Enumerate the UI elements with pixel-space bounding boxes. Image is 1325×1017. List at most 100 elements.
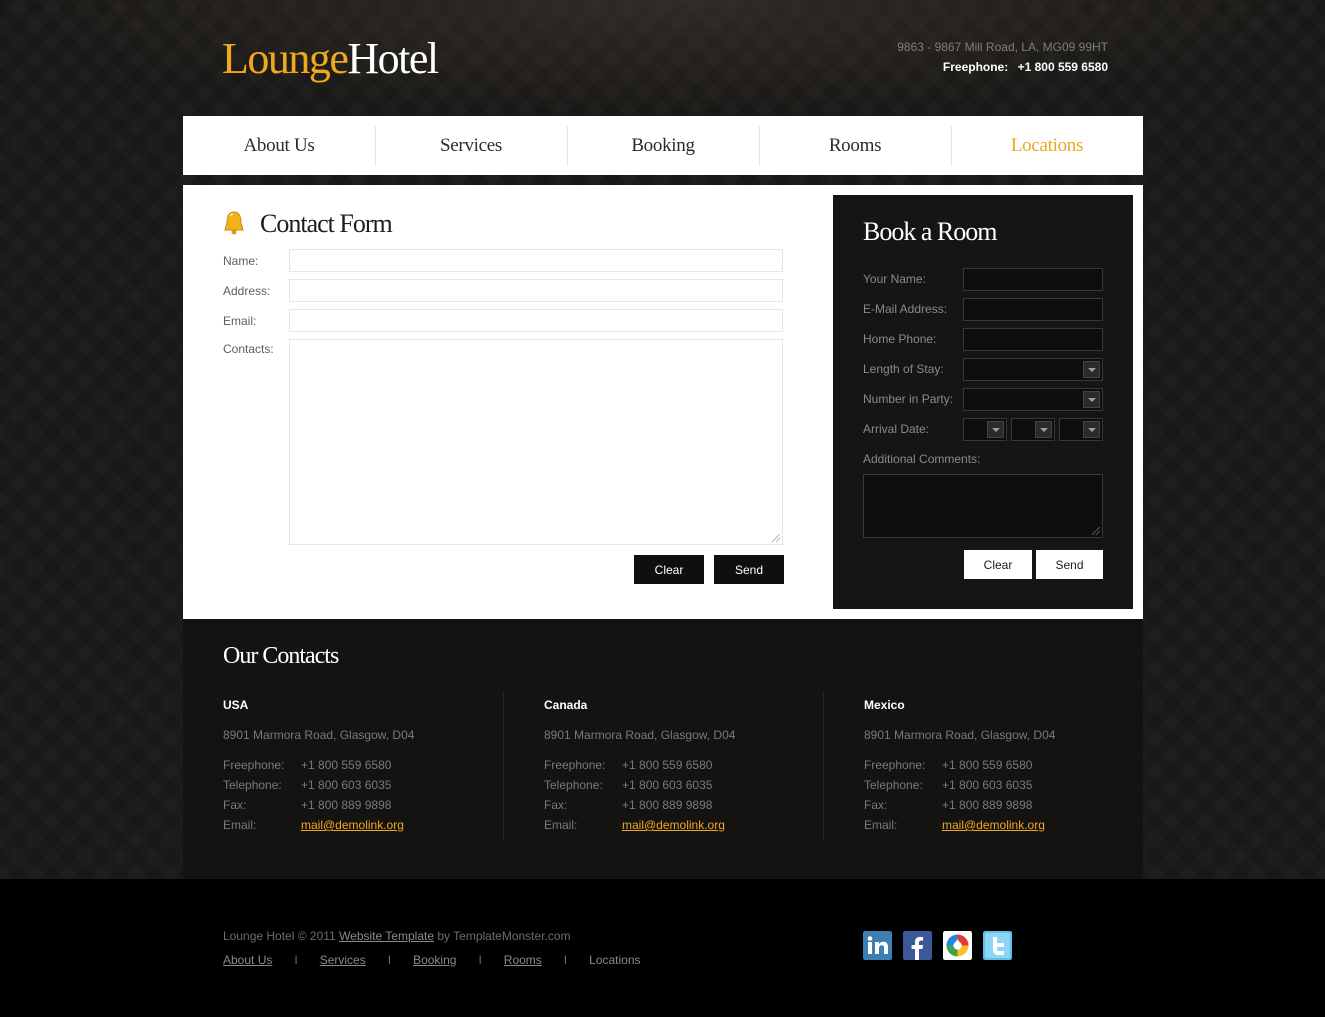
fax-label: Fax:: [223, 798, 247, 812]
footer-nav: About Us I Services I Booking I Rooms I …: [223, 953, 641, 967]
office-fax: Fax: +1 800 889 9898: [864, 798, 1032, 812]
contact-send-button[interactable]: Send: [714, 555, 784, 584]
twitter-icon[interactable]: [983, 931, 1012, 960]
email-field[interactable]: [289, 309, 783, 332]
freephone-value: +1 800 559 6580: [942, 758, 1033, 772]
footer-separator: I: [478, 953, 482, 967]
office-telephone: Telephone: +1 800 603 6035: [223, 778, 391, 792]
copyright: Lounge Hotel © 2011 Website Template by …: [223, 929, 571, 943]
nav-item-locations[interactable]: Locations: [951, 116, 1143, 175]
contact-clear-button[interactable]: Clear: [634, 555, 704, 584]
office-address: 8901 Marmora Road, Glasgow, D04: [864, 728, 1056, 742]
office-freephone: Freephone: +1 800 559 6580: [223, 758, 391, 772]
office-address: 8901 Marmora Road, Glasgow, D04: [223, 728, 415, 742]
picasa-icon[interactable]: [943, 931, 972, 960]
footer-link-locations[interactable]: Locations: [589, 953, 640, 967]
telephone-value: +1 800 603 6035: [622, 778, 713, 792]
telephone-label: Telephone:: [864, 778, 923, 792]
nav-item-services[interactable]: Services: [375, 116, 567, 175]
freephone-label: Freephone:: [223, 758, 285, 772]
length-of-stay-select[interactable]: [963, 358, 1103, 381]
your-name-field[interactable]: [963, 268, 1103, 291]
email-link[interactable]: mail@demolink.org: [622, 818, 725, 832]
contacts-label: Contacts:: [223, 342, 274, 356]
nav-item-booking[interactable]: Booking: [567, 116, 759, 175]
chevron-down-icon[interactable]: [1083, 361, 1100, 378]
chevron-down-icon[interactable]: [1035, 421, 1052, 438]
header-freephone-label: Freephone:: [942, 60, 1009, 74]
freephone-value: +1 800 559 6580: [622, 758, 713, 772]
header-freephone-number: +1 800 559 6580: [1017, 60, 1108, 74]
office-telephone: Telephone: +1 800 603 6035: [864, 778, 1032, 792]
office-address: 8901 Marmora Road, Glasgow, D04: [544, 728, 736, 742]
name-label: Name:: [223, 254, 259, 268]
main-nav: About Us Services Booking Rooms Location…: [183, 116, 1143, 175]
footer-link-about-us[interactable]: About Us: [223, 953, 272, 967]
arrival-month-select[interactable]: [963, 418, 1007, 441]
resize-grip-icon[interactable]: [772, 534, 780, 542]
footer-link-services[interactable]: Services: [320, 953, 366, 967]
arrival-day-select[interactable]: [1011, 418, 1055, 441]
office-name: Canada: [544, 698, 588, 712]
main-content: Contact Form Name: Address: Email: Conta…: [183, 185, 1143, 619]
telephone-value: +1 800 603 6035: [942, 778, 1033, 792]
contacts-title: Our Contacts: [223, 643, 339, 669]
book-room-title: Book a Room: [863, 217, 997, 246]
email-link[interactable]: mail@demolink.org: [942, 818, 1045, 832]
address-field[interactable]: [289, 279, 783, 302]
telephone-value: +1 800 603 6035: [301, 778, 392, 792]
website-template-link[interactable]: Website Template: [339, 929, 434, 943]
header-background: [0, 0, 1325, 116]
office-usa: USA 8901 Marmora Road, Glasgow, D04 Free…: [183, 691, 503, 839]
office-telephone: Telephone: +1 800 603 6035: [544, 778, 712, 792]
contact-form-title: Contact Form: [260, 209, 393, 238]
telephone-label: Telephone:: [544, 778, 603, 792]
social-icons: [863, 931, 1023, 960]
chevron-down-icon[interactable]: [1083, 391, 1100, 408]
email-link[interactable]: mail@demolink.org: [301, 818, 404, 832]
arrival-date-label: Arrival Date:: [863, 422, 930, 436]
resize-grip-icon[interactable]: [1092, 527, 1100, 535]
chevron-down-icon[interactable]: [987, 421, 1004, 438]
logo-part-lounge: Lounge: [222, 34, 349, 83]
number-in-party-select[interactable]: [963, 388, 1103, 411]
nav-item-about-us[interactable]: About Us: [183, 116, 375, 175]
office-email: Email: mail@demolink.org: [544, 818, 725, 832]
email-label: Email:: [544, 818, 578, 832]
freephone-label: Freephone:: [864, 758, 926, 772]
facebook-icon[interactable]: [903, 931, 932, 960]
number-in-party-label: Number in Party:: [863, 392, 954, 406]
chevron-down-icon[interactable]: [1083, 421, 1100, 438]
arrival-year-select[interactable]: [1059, 418, 1103, 441]
email-label: Email:: [223, 314, 257, 328]
booking-clear-button[interactable]: Clear: [964, 550, 1032, 579]
linkedin-icon[interactable]: [863, 931, 892, 960]
length-of-stay-label: Length of Stay:: [863, 362, 944, 376]
home-phone-label: Home Phone:: [863, 332, 937, 346]
office-canada: Canada 8901 Marmora Road, Glasgow, D04 F…: [503, 691, 823, 839]
address-label: Address:: [223, 284, 271, 298]
freephone-label: Freephone:: [544, 758, 606, 772]
fax-label: Fax:: [544, 798, 568, 812]
office-email: Email: mail@demolink.org: [864, 818, 1045, 832]
book-room-panel: Book a Room Your Name: E-Mail Address: H…: [833, 195, 1133, 609]
footer-link-rooms[interactable]: Rooms: [504, 953, 542, 967]
telephone-label: Telephone:: [223, 778, 282, 792]
footer-separator: I: [563, 953, 568, 967]
nav-item-rooms[interactable]: Rooms: [759, 116, 951, 175]
footer-link-booking[interactable]: Booking: [413, 953, 456, 967]
office-fax: Fax: +1 800 889 9898: [223, 798, 391, 812]
fax-value: +1 800 889 9898: [622, 798, 713, 812]
booking-email-field[interactable]: [963, 298, 1103, 321]
home-phone-field[interactable]: [963, 328, 1103, 351]
logo[interactable]: LoungeHotel: [222, 34, 439, 84]
additional-comments-textarea[interactable]: [863, 474, 1103, 538]
fax-label: Fax:: [864, 798, 888, 812]
office-email: Email: mail@demolink.org: [223, 818, 404, 832]
contacts-section: Our Contacts USA 8901 Marmora Road, Glas…: [183, 619, 1143, 879]
copyright-suffix: by TemplateMonster.com: [437, 929, 571, 943]
contacts-textarea[interactable]: [289, 339, 783, 545]
bell-icon: [224, 211, 244, 235]
booking-send-button[interactable]: Send: [1036, 550, 1103, 579]
name-field[interactable]: [289, 249, 783, 272]
